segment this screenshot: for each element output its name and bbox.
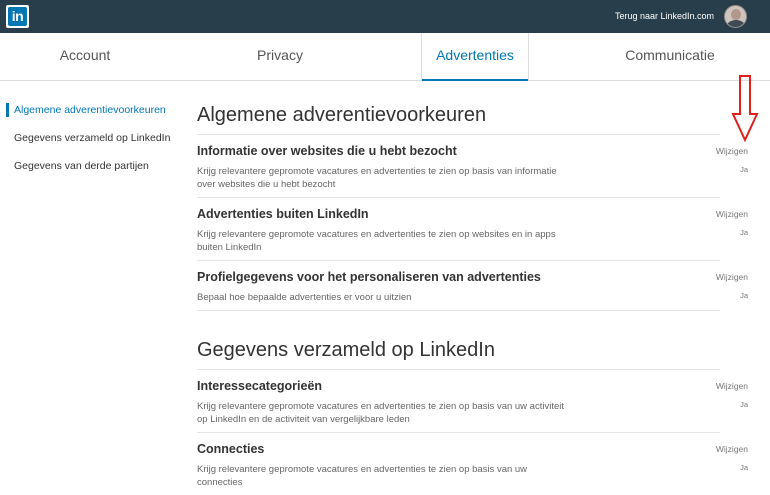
setting-title: Profielgegevens voor het personaliseren …	[197, 270, 541, 284]
back-to-linkedin-link[interactable]: Terug naar LinkedIn.com	[615, 11, 714, 21]
section-title: Algemene adverentievoorkeuren	[197, 98, 720, 135]
change-button[interactable]: Wijzigen	[716, 272, 748, 282]
tab-privacy[interactable]: Privacy	[195, 33, 365, 81]
change-button[interactable]: Wijzigen	[716, 209, 748, 219]
setting-title: Interessecategorieën	[197, 379, 323, 393]
setting-description: Krijg relevantere gepromote vacatures en…	[197, 166, 557, 190]
main-content: Algemene adverentievoorkeuren Informatie…	[197, 98, 748, 495]
setting-value: Ja	[740, 228, 748, 237]
down-arrow-icon	[731, 75, 759, 143]
setting-description: Krijg relevantere gepromote vacatures en…	[197, 401, 565, 425]
setting-value: Ja	[740, 463, 748, 472]
tab-communicatie[interactable]: Communicatie	[590, 33, 750, 81]
setting-row-profile-data-personalization: Profielgegevens voor het personaliseren …	[197, 261, 748, 311]
sidebar-nav: Algemene adverentievoorkeuren Gegevens v…	[0, 97, 190, 181]
setting-description: Krijg relevantere gepromote vacatures en…	[197, 464, 528, 488]
setting-description: Bepaal hoe bepaalde advertenties er voor…	[197, 292, 412, 303]
logo-text: in	[8, 7, 27, 26]
setting-row-interest-categories: Interessecategorieën Krijg relevantere g…	[197, 370, 748, 433]
sidebar-item-data-collected-on-linkedin[interactable]: Gegevens verzameld op LinkedIn	[0, 125, 190, 153]
sidebar-item-general-ad-preferences[interactable]: Algemene adverentievoorkeuren	[0, 97, 190, 125]
section-title: Gegevens verzameld op LinkedIn	[197, 333, 720, 370]
setting-title: Informatie over websites die u hebt bezo…	[197, 144, 457, 158]
setting-title: Connecties	[197, 442, 265, 456]
setting-row-connections: Connecties Krijg relevantere gepromote v…	[197, 433, 748, 495]
avatar-body	[727, 20, 745, 27]
change-button[interactable]: Wijzigen	[716, 381, 748, 391]
linkedin-logo-icon[interactable]: in	[6, 5, 29, 28]
setting-value: Ja	[740, 291, 748, 300]
avatar-head	[731, 9, 741, 20]
sidebar-item-third-party-data[interactable]: Gegevens van derde partijen	[0, 153, 190, 181]
setting-row-ads-outside-linkedin: Advertenties buiten LinkedIn Krijg relev…	[197, 198, 748, 261]
tab-advertenties[interactable]: Advertenties	[422, 33, 528, 81]
setting-value: Ja	[740, 400, 748, 409]
setting-title: Advertenties buiten LinkedIn	[197, 207, 369, 221]
top-bar: in Terug naar LinkedIn.com	[0, 0, 770, 33]
setting-description: Krijg relevantere gepromote vacatures en…	[197, 229, 556, 253]
tab-account[interactable]: Account	[0, 33, 170, 81]
settings-tabs: Account Privacy Advertenties Communicati…	[0, 33, 770, 81]
avatar[interactable]	[724, 5, 747, 28]
tab-divider	[528, 33, 529, 80]
change-button[interactable]: Wijzigen	[716, 146, 748, 156]
setting-value: Ja	[740, 165, 748, 174]
change-button[interactable]: Wijzigen	[716, 444, 748, 454]
setting-row-websites-visited: Informatie over websites die u hebt bezo…	[197, 135, 748, 198]
